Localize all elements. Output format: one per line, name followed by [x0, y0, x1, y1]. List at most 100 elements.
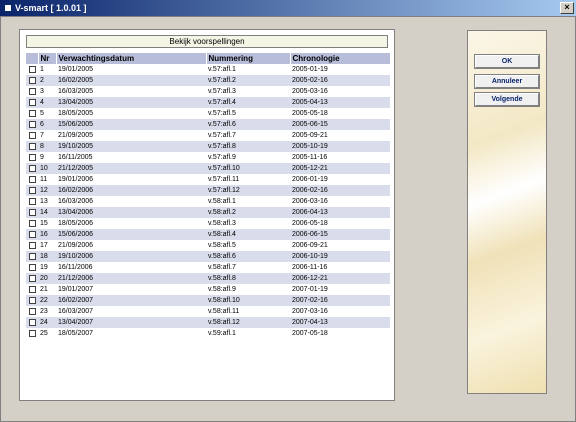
row-expected-date: 16/02/2006 — [56, 185, 206, 196]
row-expected-date: 19/01/2007 — [56, 284, 206, 295]
row-checkbox[interactable] — [29, 197, 36, 205]
row-checkbox[interactable] — [29, 274, 36, 282]
row-numbering: v.57:afl.3 — [206, 86, 290, 97]
table-row[interactable]: 12 16/02/2006 v.57:afl.12 2006-02-16 — [26, 185, 390, 196]
row-checkbox[interactable] — [29, 153, 36, 161]
row-checkbox[interactable] — [29, 131, 36, 139]
row-numbering: v.57:afl.8 — [206, 141, 290, 152]
row-nr: 13 — [38, 196, 56, 207]
row-checkbox[interactable] — [29, 252, 36, 260]
row-checkbox[interactable] — [29, 175, 36, 183]
row-chronology: 2005-01-19 — [290, 64, 390, 75]
row-expected-date: 21/12/2006 — [56, 273, 206, 284]
table-row[interactable]: 10 21/12/2005 v.57:afl.10 2005-12-21 — [26, 163, 390, 174]
window-title: V-smart [ 1.0.01 ] — [15, 3, 87, 13]
row-expected-date: 16/03/2007 — [56, 306, 206, 317]
row-chronology: 2006-06-15 — [290, 229, 390, 240]
table-row[interactable]: 7 21/09/2005 v.57:afl.7 2005-09-21 — [26, 130, 390, 141]
table-row[interactable]: 15 18/05/2006 v.58:afl.3 2006-05-18 — [26, 218, 390, 229]
row-numbering: v.57:afl.9 — [206, 152, 290, 163]
row-chronology: 2006-03-16 — [290, 196, 390, 207]
row-checkbox[interactable] — [29, 98, 36, 106]
row-nr: 14 — [38, 207, 56, 218]
table-row[interactable]: 5 18/05/2005 v.57:afl.5 2005-05-18 — [26, 108, 390, 119]
row-expected-date: 16/02/2007 — [56, 295, 206, 306]
row-checkbox[interactable] — [29, 186, 36, 194]
table-row[interactable]: 16 15/06/2006 v.58:afl.4 2006-06-15 — [26, 229, 390, 240]
row-checkbox[interactable] — [29, 142, 36, 150]
row-checkbox[interactable] — [29, 164, 36, 172]
table-row[interactable]: 14 13/04/2006 v.58:afl.2 2006-04-13 — [26, 207, 390, 218]
table-row[interactable]: 17 21/09/2006 v.58:afl.5 2006-09-21 — [26, 240, 390, 251]
table-row[interactable]: 11 19/01/2006 v.57:afl.11 2006-01-19 — [26, 174, 390, 185]
table-row[interactable]: 2 16/02/2005 v.57:afl.2 2005-02-16 — [26, 75, 390, 86]
table-row[interactable]: 24 13/04/2007 v.58:afl.12 2007-04-13 — [26, 317, 390, 328]
row-checkbox[interactable] — [29, 65, 36, 73]
ok-button[interactable]: OK — [474, 54, 540, 69]
row-numbering: v.58:afl.9 — [206, 284, 290, 295]
table-row[interactable]: 20 21/12/2006 v.58:afl.8 2006-12-21 — [26, 273, 390, 284]
row-checkbox[interactable] — [29, 318, 36, 326]
row-chronology: 2005-09-21 — [290, 130, 390, 141]
row-expected-date: 18/05/2005 — [56, 108, 206, 119]
table-row[interactable]: 3 16/03/2005 v.57:afl.3 2005-03-16 — [26, 86, 390, 97]
row-expected-date: 16/03/2006 — [56, 196, 206, 207]
close-icon[interactable]: × — [560, 2, 574, 14]
table-row[interactable]: 9 16/11/2005 v.57:afl.9 2005-11-16 — [26, 152, 390, 163]
row-numbering: v.57:afl.7 — [206, 130, 290, 141]
table-row[interactable]: 13 16/03/2006 v.58:afl.1 2006-03-16 — [26, 196, 390, 207]
row-checkbox-cell — [26, 86, 38, 97]
header-chronology: Chronologie — [290, 53, 391, 64]
table-row[interactable]: 18 19/10/2006 v.58:afl.6 2006-10-19 — [26, 251, 390, 262]
table-row[interactable]: 4 13/04/2005 v.57:afl.4 2005-04-13 — [26, 97, 390, 108]
title-bar: V-smart [ 1.0.01 ] × — [0, 0, 576, 16]
row-numbering: v.58:afl.1 — [206, 196, 290, 207]
row-nr: 4 — [38, 97, 56, 108]
row-checkbox[interactable] — [29, 329, 36, 337]
table-row[interactable]: 25 18/05/2007 v.59:afl.1 2007-05-18 — [26, 328, 390, 339]
row-nr: 19 — [38, 262, 56, 273]
row-checkbox[interactable] — [29, 208, 36, 216]
row-checkbox[interactable] — [29, 76, 36, 84]
row-expected-date: 21/09/2006 — [56, 240, 206, 251]
next-button[interactable]: Volgende — [474, 92, 540, 107]
row-expected-date: 15/06/2005 — [56, 119, 206, 130]
row-chronology: 2005-11-16 — [290, 152, 390, 163]
row-nr: 8 — [38, 141, 56, 152]
row-checkbox-cell — [26, 273, 38, 284]
table-row[interactable]: 21 19/01/2007 v.58:afl.9 2007-01-19 — [26, 284, 390, 295]
table-row[interactable]: 1 19/01/2005 v.57:afl.1 2005-01-19 — [26, 64, 390, 75]
row-checkbox[interactable] — [29, 241, 36, 249]
row-expected-date: 13/04/2006 — [56, 207, 206, 218]
row-checkbox-cell — [26, 218, 38, 229]
row-checkbox[interactable] — [29, 120, 36, 128]
row-nr: 16 — [38, 229, 56, 240]
panel-caption: Bekijk voorspellingen — [26, 35, 388, 48]
row-numbering: v.58:afl.3 — [206, 218, 290, 229]
row-chronology: 2005-02-16 — [290, 75, 390, 86]
row-checkbox-cell — [26, 119, 38, 130]
row-numbering: v.58:afl.4 — [206, 229, 290, 240]
row-checkbox[interactable] — [29, 307, 36, 315]
table-row[interactable]: 8 19/10/2005 v.57:afl.8 2005-10-19 — [26, 141, 390, 152]
row-checkbox[interactable] — [29, 285, 36, 293]
row-checkbox[interactable] — [29, 109, 36, 117]
row-checkbox[interactable] — [29, 219, 36, 227]
table-row[interactable]: 19 16/11/2006 v.58:afl.7 2006-11-16 — [26, 262, 390, 273]
row-checkbox-cell — [26, 152, 38, 163]
row-chronology: 2006-01-19 — [290, 174, 390, 185]
row-nr: 23 — [38, 306, 56, 317]
cancel-button[interactable]: Annuleer — [474, 74, 540, 89]
row-numbering: v.59:afl.1 — [206, 328, 290, 339]
table-row[interactable]: 23 16/03/2007 v.58:afl.11 2007-03-16 — [26, 306, 390, 317]
row-chronology: 2006-09-21 — [290, 240, 390, 251]
row-checkbox[interactable] — [29, 296, 36, 304]
row-checkbox[interactable] — [29, 87, 36, 95]
table-row[interactable]: 22 16/02/2007 v.58:afl.10 2007-02-16 — [26, 295, 390, 306]
table-row[interactable]: 6 15/06/2005 v.57:afl.6 2005-06-15 — [26, 119, 390, 130]
row-checkbox[interactable] — [29, 263, 36, 271]
row-expected-date: 21/09/2005 — [56, 130, 206, 141]
row-chronology: 2006-12-21 — [290, 273, 390, 284]
row-checkbox[interactable] — [29, 230, 36, 238]
row-checkbox-cell — [26, 306, 38, 317]
